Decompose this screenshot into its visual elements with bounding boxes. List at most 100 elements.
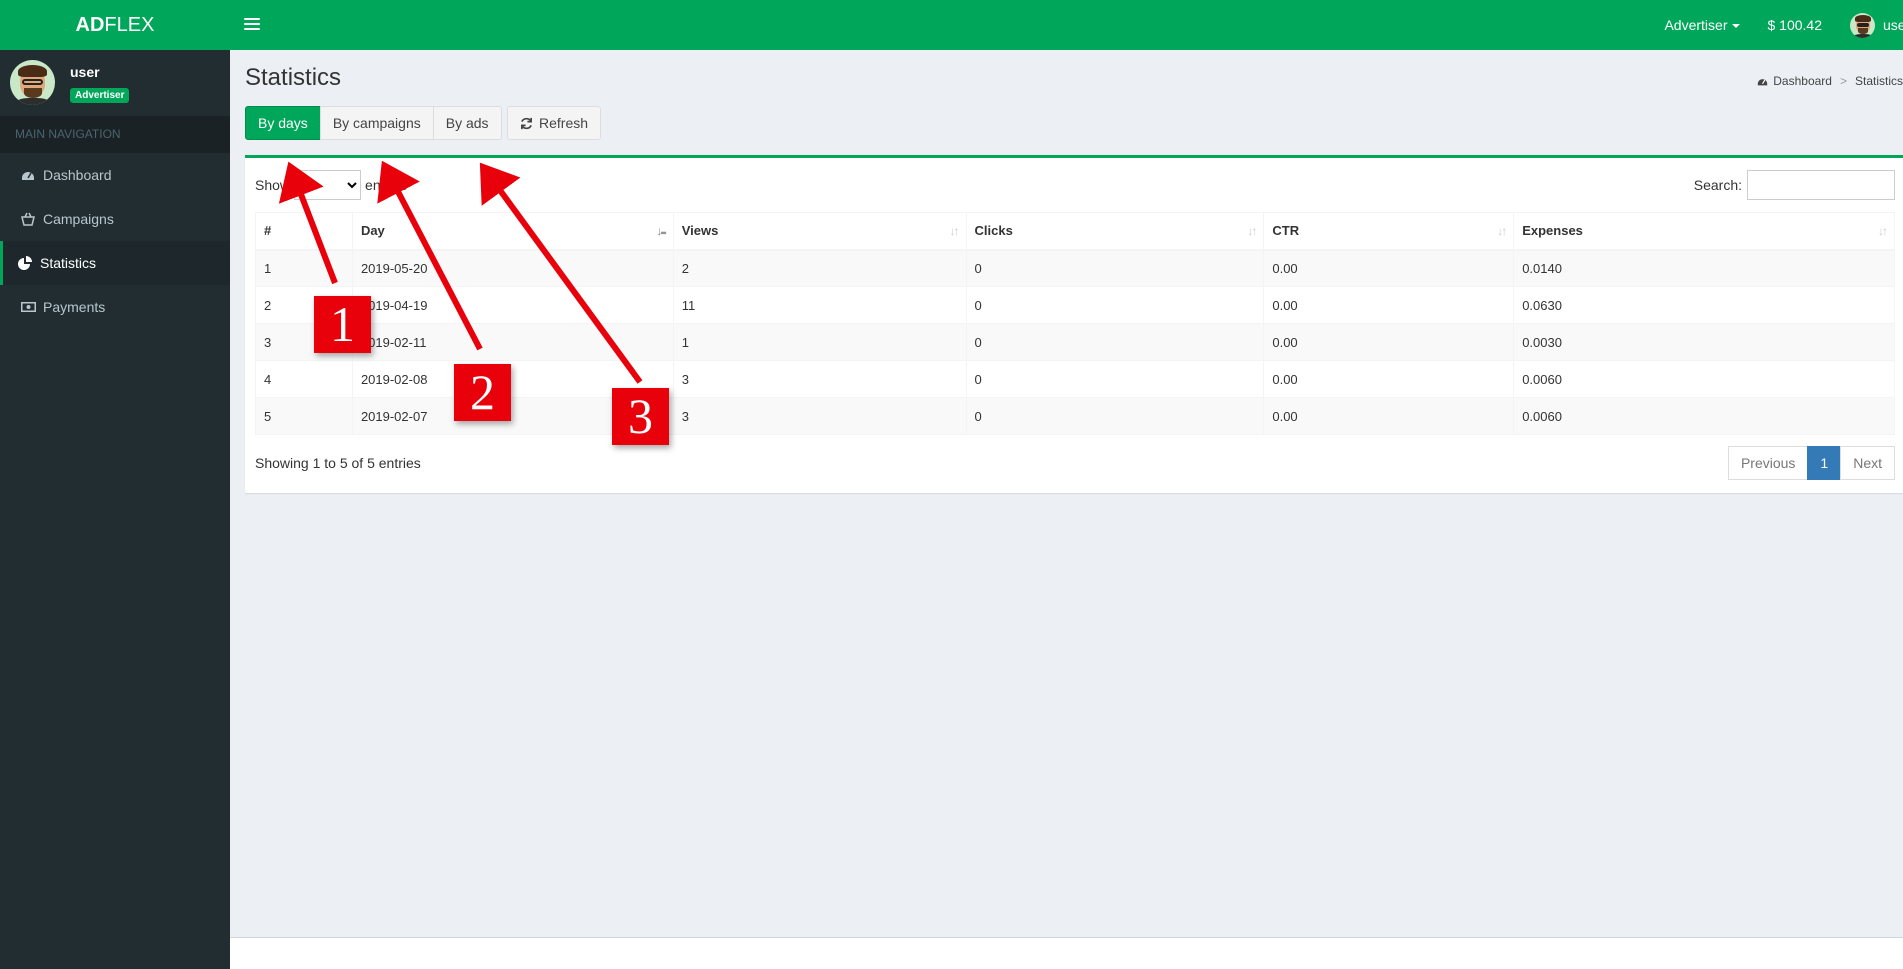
table-cell: 2 bbox=[672, 249, 967, 287]
table-cell: 0 bbox=[965, 323, 1265, 361]
column-header[interactable]: CTR ↓↑ bbox=[1263, 212, 1515, 251]
column-header[interactable]: Views ↓↑ bbox=[672, 212, 967, 251]
sort-icon: ↓↑ bbox=[949, 224, 960, 238]
table-cell: 0.0060 bbox=[1513, 397, 1895, 435]
previous-page-button[interactable]: Previous bbox=[1727, 446, 1809, 480]
table-cell: 1 bbox=[672, 323, 967, 361]
column-header[interactable]: Clicks ↓↑ bbox=[965, 212, 1265, 251]
table-cell: 0 bbox=[965, 360, 1265, 398]
view-tabs: By days By campaigns By ads bbox=[245, 106, 502, 140]
page-button[interactable]: 1 bbox=[1807, 446, 1842, 480]
table-cell: 2019-02-11 bbox=[351, 323, 674, 361]
top-navbar: Advertiser $ 100.42 user bbox=[230, 0, 1903, 50]
refresh-label: Refresh bbox=[539, 115, 589, 131]
table-cell: 0 bbox=[965, 397, 1265, 435]
table-cell: 0.0140 bbox=[1513, 249, 1895, 287]
tab-by-days[interactable]: By days bbox=[245, 106, 321, 140]
nav-header: MAIN NAVIGATION bbox=[0, 116, 230, 153]
sidebar-item-label: Payments bbox=[43, 299, 106, 315]
table-row: 3 2019-02-11 1 0 0.00 0.0030 bbox=[255, 323, 1895, 361]
table-cell: 0.00 bbox=[1263, 397, 1515, 435]
table-cell: 0.00 bbox=[1263, 286, 1515, 324]
table-cell: 0 bbox=[965, 249, 1265, 287]
pie-chart-icon bbox=[18, 256, 40, 270]
role-dropdown[interactable]: Advertiser bbox=[1650, 0, 1753, 50]
table-cell: 0.0630 bbox=[1513, 286, 1895, 324]
dashboard-icon bbox=[1757, 76, 1768, 87]
column-header-label: Clicks bbox=[974, 223, 1013, 239]
role-badge: Advertiser bbox=[70, 88, 130, 103]
sidebar-item-payments[interactable]: Payments bbox=[0, 285, 230, 329]
table-info: Showing 1 to 5 of 5 entries bbox=[255, 455, 421, 471]
table-row: 1 2019-05-20 2 0 0.00 0.0140 bbox=[255, 249, 1895, 287]
table-cell: 2019-05-20 bbox=[351, 249, 674, 287]
avatar bbox=[10, 60, 55, 105]
annotation-badge: 2 bbox=[454, 364, 511, 421]
breadcrumb: Dashboard > Statistics bbox=[1757, 74, 1903, 88]
show-label: Show bbox=[255, 177, 291, 193]
annotation-badge: 1 bbox=[314, 296, 371, 353]
sort-desc-icon: ↓₌ bbox=[656, 224, 666, 238]
brand-logo[interactable]: ADFLEX bbox=[0, 0, 230, 50]
sidebar-item-campaigns[interactable]: Campaigns bbox=[0, 197, 230, 241]
column-header-label: Expenses bbox=[1522, 223, 1583, 239]
sort-icon: ↓↑ bbox=[1878, 224, 1888, 238]
caret-down-icon bbox=[1731, 24, 1740, 29]
annotation-badge: 3 bbox=[612, 388, 669, 445]
table-cell: 0 bbox=[965, 286, 1265, 324]
search-control: Search: bbox=[1694, 170, 1895, 200]
sort-icon: ↓↑ bbox=[1247, 224, 1257, 238]
next-page-button[interactable]: Next bbox=[1840, 446, 1895, 480]
sidebar-item-label: Statistics bbox=[40, 255, 97, 271]
user-name: user bbox=[70, 64, 100, 80]
avatar bbox=[1850, 12, 1875, 38]
breadcrumb-separator: > bbox=[1839, 74, 1847, 88]
sidebar-item-label: Dashboard bbox=[43, 167, 112, 183]
user-panel: user Advertiser bbox=[0, 50, 230, 116]
balance-link[interactable]: $ 100.42 bbox=[1754, 0, 1837, 50]
table-cell: 3 bbox=[672, 397, 967, 435]
search-input[interactable] bbox=[1747, 170, 1895, 200]
table-cell: 0.00 bbox=[1263, 323, 1515, 361]
breadcrumb-home[interactable]: Dashboard bbox=[1773, 74, 1832, 88]
table-row: 2 2019-04-19 11 0 0.00 0.0630 bbox=[255, 286, 1895, 324]
table-cell: 0.0030 bbox=[1513, 323, 1895, 361]
table-cell: 1 bbox=[255, 249, 353, 287]
table-cell: 5 bbox=[255, 397, 353, 435]
dashboard-icon bbox=[21, 168, 43, 182]
sidebar: user Advertiser MAIN NAVIGATION Dashboar… bbox=[0, 50, 230, 969]
tab-by-campaigns[interactable]: By campaigns bbox=[319, 106, 434, 140]
statistics-box: Show 10 entries Search: # Day ↓₌ Views ↓↑ … bbox=[245, 155, 1903, 493]
user-menu-label: user bbox=[1883, 17, 1903, 33]
page-length-select[interactable]: 10 bbox=[294, 170, 362, 200]
basket-icon bbox=[21, 212, 43, 226]
table-cell: 11 bbox=[672, 286, 967, 324]
role-label: Advertiser bbox=[1664, 17, 1728, 33]
sort-icon: ↓↑ bbox=[1497, 224, 1507, 238]
breadcrumb-current: Statistics bbox=[1854, 74, 1903, 88]
column-header[interactable]: Expenses ↓↑ bbox=[1513, 212, 1895, 251]
table-cell: 0.00 bbox=[1263, 249, 1515, 287]
table-header-row: # Day ↓₌ Views ↓↑ Clicks ↓↑ CTR ↓↑ Expenses ↓… bbox=[255, 212, 1895, 251]
footer bbox=[230, 937, 1903, 969]
table-cell: 4 bbox=[255, 360, 353, 398]
column-header-label: Views bbox=[681, 223, 719, 239]
sidebar-item-dashboard[interactable]: Dashboard bbox=[0, 153, 230, 197]
content: Statistics Dashboard > Statistics By day… bbox=[230, 50, 1903, 937]
table-cell: 0.0060 bbox=[1513, 360, 1895, 398]
refresh-button[interactable]: Refresh bbox=[507, 106, 602, 140]
entries-label: entries bbox=[365, 177, 408, 193]
tab-by-ads[interactable]: By ads bbox=[432, 106, 502, 140]
sidebar-item-statistics[interactable]: Statistics bbox=[0, 241, 230, 285]
sidebar-toggle-icon[interactable] bbox=[244, 15, 260, 35]
pagination: Previous 1 Next bbox=[1727, 446, 1895, 480]
table-cell: 0.00 bbox=[1263, 360, 1515, 398]
column-header-label: Day bbox=[360, 223, 385, 239]
column-header[interactable]: # bbox=[255, 212, 353, 251]
money-icon bbox=[21, 301, 43, 313]
table-cell: 3 bbox=[672, 360, 967, 398]
column-header[interactable]: Day ↓₌ bbox=[351, 212, 674, 251]
page-title: Statistics bbox=[245, 64, 342, 91]
user-menu[interactable]: user bbox=[1836, 12, 1903, 38]
search-label: Search: bbox=[1693, 177, 1742, 193]
